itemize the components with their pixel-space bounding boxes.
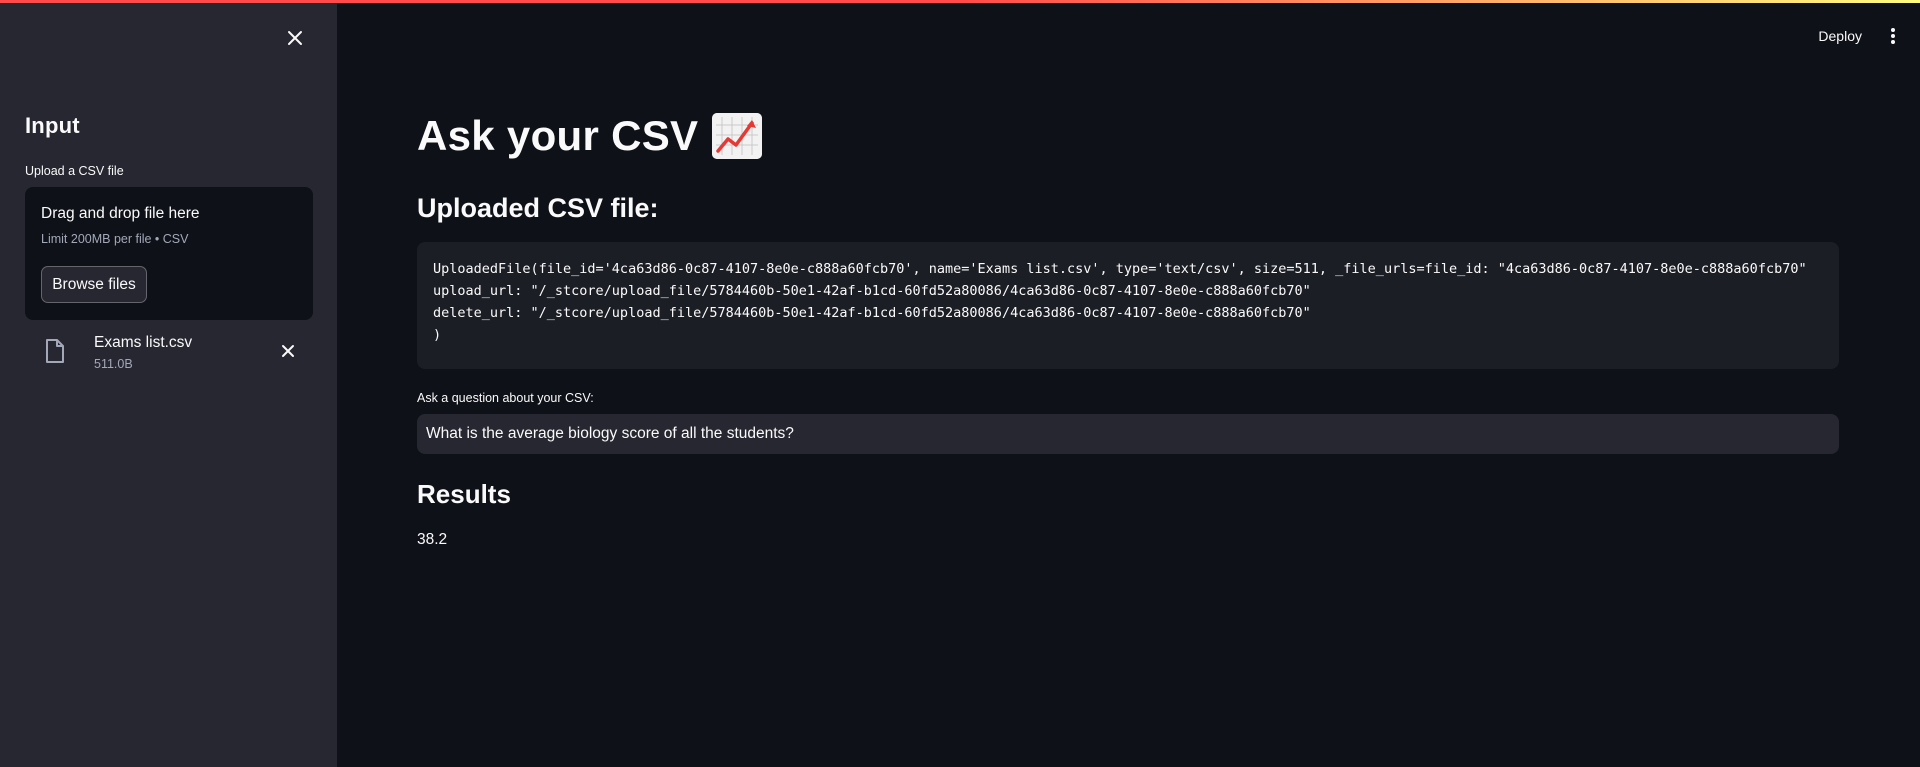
close-icon	[282, 345, 294, 357]
code-line: )	[433, 327, 442, 343]
uploaded-file-code-block: UploadedFile(file_id='4ca63d86-0c87-4107…	[417, 242, 1839, 369]
browse-files-button[interactable]: Browse files	[41, 266, 147, 303]
chart-increasing-icon	[712, 113, 763, 159]
uploaded-file-item: Exams list.csv 511.0B	[25, 328, 313, 376]
page-title-text: Ask your CSV	[417, 112, 699, 159]
more-vertical-icon-dot	[1891, 40, 1895, 44]
sidebar-title: Input	[25, 113, 80, 138]
page-title: Ask your CSV	[417, 112, 763, 160]
file-dropzone[interactable]: Drag and drop file here Limit 200MB per …	[25, 187, 313, 320]
close-sidebar-button[interactable]	[283, 26, 307, 50]
code-line: delete_url: "/_stcore/upload_file/578446…	[433, 305, 1311, 321]
file-name: Exams list.csv	[94, 334, 193, 351]
main-content: Ask your CSV Uploaded CSV file: Uploaded	[417, 0, 1840, 767]
upload-label: Upload a CSV file	[25, 164, 124, 178]
result-value: 38.2	[417, 531, 448, 548]
code-line: upload_url: "/_stcore/upload_file/578446…	[433, 283, 1311, 299]
top-decoration-bar	[0, 0, 1920, 3]
results-heading: Results	[417, 479, 511, 509]
file-size: 511.0B	[94, 357, 133, 371]
file-icon	[46, 339, 64, 363]
remove-file-button[interactable]	[277, 340, 299, 362]
more-vertical-icon-dot	[1891, 28, 1895, 32]
dropzone-limit-text: Limit 200MB per file • CSV	[41, 232, 189, 246]
question-input[interactable]	[417, 414, 1839, 454]
question-label: Ask a question about your CSV:	[417, 391, 594, 405]
sidebar: Input Upload a CSV file Drag and drop fi…	[0, 0, 337, 767]
code-line: UploadedFile(file_id='4ca63d86-0c87-4107…	[433, 261, 1807, 277]
close-icon	[288, 31, 302, 45]
more-vertical-icon-dot	[1891, 34, 1895, 38]
dropzone-title: Drag and drop file here	[41, 205, 200, 222]
main-menu-button[interactable]	[1886, 26, 1900, 46]
uploaded-file-heading: Uploaded CSV file:	[417, 193, 659, 223]
